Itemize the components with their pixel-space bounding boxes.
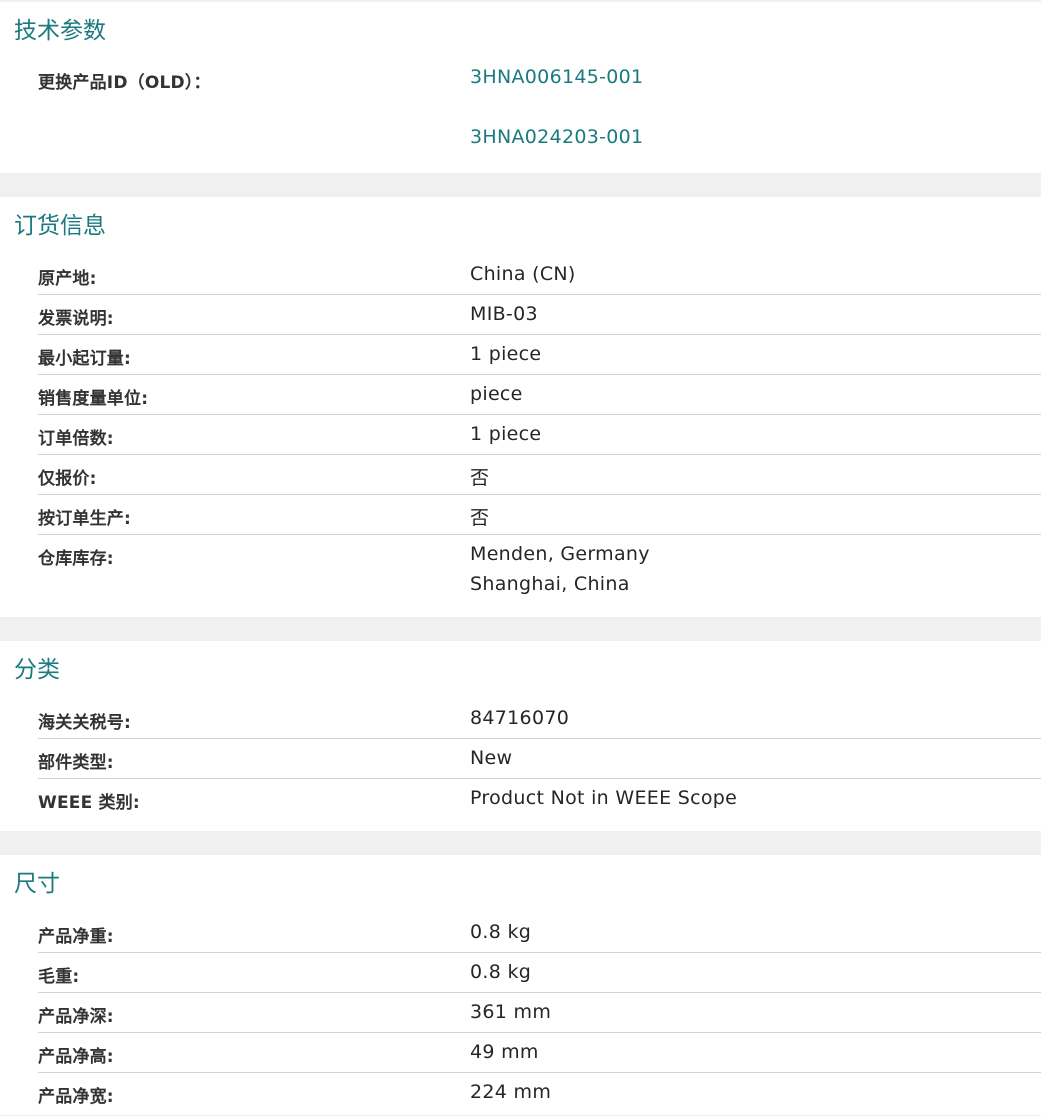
row-product-net-width: 产品净宽: 224 mm <box>38 1073 1041 1113</box>
row-invoice-description: 发票说明: MIB-03 <box>38 295 1041 335</box>
row-label: 仅报价: <box>38 469 97 489</box>
row-gross-weight: 毛重: 0.8 kg <box>38 953 1041 993</box>
row-label: 产品净高: <box>38 1047 114 1067</box>
row-value: New <box>470 747 513 769</box>
row-value: piece <box>470 383 523 405</box>
warehouse-location: Menden, Germany <box>470 543 650 565</box>
row-value: 0.8 kg <box>470 921 532 943</box>
row-value: MIB-03 <box>470 303 538 325</box>
section-ordering-information: 订货信息 原产地: China (CN) 发票说明: MIB-03 最小起订量:… <box>0 197 1041 617</box>
section-divider <box>0 831 1041 855</box>
row-minimum-order-quantity: 最小起订量: 1 piece <box>38 335 1041 375</box>
row-value: Product Not in WEEE Scope <box>470 787 738 809</box>
section-technical-parameters: 技术参数 更换产品ID（OLD）： 3HNA006145-001 3HNA024… <box>0 2 1041 173</box>
row-value: 否 <box>470 507 490 529</box>
row-label: 订单倍数: <box>38 429 114 449</box>
row-label: 销售度量单位: <box>38 389 149 409</box>
row-label: WEEE 类别: <box>38 793 140 813</box>
row-order-multiple: 订单倍数: 1 piece <box>38 415 1041 455</box>
replacement-product-link-2[interactable]: 3HNA024203-001 <box>470 126 1041 186</box>
row-label: 部件类型: <box>38 753 114 773</box>
row-label: 仓库库存: <box>38 549 114 569</box>
row-value: 49 mm <box>470 1041 539 1063</box>
row-label: 最小起订量: <box>38 349 131 369</box>
section-classification: 分类 海关关税号: 84716070 部件类型: New WEEE 类别: Pr… <box>0 641 1041 831</box>
row-product-net-depth: 产品净深: 361 mm <box>38 993 1041 1033</box>
row-warehouse-stock: 仓库库存: Menden, Germany Shanghai, China <box>38 535 1041 619</box>
row-value: Menden, Germany Shanghai, China <box>470 535 1041 619</box>
section-title-classification: 分类 <box>14 657 60 683</box>
row-value: 否 <box>470 467 490 489</box>
row-product-net-weight: 产品净重: 0.8 kg <box>38 913 1041 953</box>
row-value: 3HNA006145-001 3HNA024203-001 <box>470 60 1041 186</box>
dimensions-table: 产品净重: 0.8 kg 毛重: 0.8 kg 产品净深: 361 mm 产品净… <box>0 913 1041 1113</box>
warehouse-location: Shanghai, China <box>470 573 630 595</box>
row-quote-only: 仅报价: 否 <box>38 455 1041 495</box>
row-label: 更换产品ID（OLD）： <box>38 73 211 93</box>
row-replacement-product-id: 更换产品ID（OLD）： 3HNA006145-001 3HNA024203-0… <box>38 60 1041 186</box>
section-title-technical: 技术参数 <box>14 18 106 44</box>
classification-table: 海关关税号: 84716070 部件类型: New WEEE 类别: Produ… <box>0 699 1041 819</box>
row-value: 0.8 kg <box>470 961 532 983</box>
row-sales-unit-of-measure: 销售度量单位: piece <box>38 375 1041 415</box>
row-label: 毛重: <box>38 967 80 987</box>
section-title-ordering: 订货信息 <box>14 213 106 239</box>
row-label: 发票说明: <box>38 309 114 329</box>
row-weee-category: WEEE 类别: Product Not in WEEE Scope <box>38 779 1041 819</box>
section-dimensions: 尺寸 产品净重: 0.8 kg 毛重: 0.8 kg 产品净深: 361 mm … <box>0 855 1041 1115</box>
row-label: 产品净宽: <box>38 1087 114 1107</box>
row-value: 84716070 <box>470 707 570 729</box>
section-divider <box>0 617 1041 641</box>
row-value: 224 mm <box>470 1081 552 1103</box>
row-product-net-height: 产品净高: 49 mm <box>38 1033 1041 1073</box>
replacement-product-link-1[interactable]: 3HNA006145-001 <box>470 66 1041 126</box>
row-made-to-order: 按订单生产: 否 <box>38 495 1041 535</box>
row-label: 按订单生产: <box>38 509 131 529</box>
section-title-dimensions: 尺寸 <box>14 871 60 897</box>
row-label: 海关关税号: <box>38 713 131 733</box>
row-value: China (CN) <box>470 263 576 285</box>
row-label: 产品净深: <box>38 1007 114 1027</box>
row-label: 原产地: <box>38 269 97 289</box>
row-label: 产品净重: <box>38 927 114 947</box>
ordering-table: 原产地: China (CN) 发票说明: MIB-03 最小起订量: 1 pi… <box>0 255 1041 619</box>
row-value: 1 piece <box>470 343 542 365</box>
row-value: 361 mm <box>470 1001 552 1023</box>
row-value: 1 piece <box>470 423 542 445</box>
row-customs-tariff-number: 海关关税号: 84716070 <box>38 699 1041 739</box>
row-part-type: 部件类型: New <box>38 739 1041 779</box>
row-country-of-origin: 原产地: China (CN) <box>38 255 1041 295</box>
